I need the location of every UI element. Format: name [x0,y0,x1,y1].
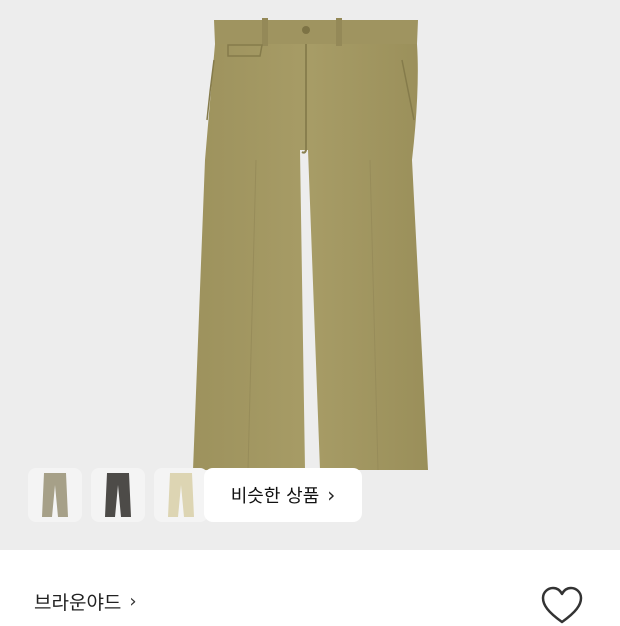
pants-icon [105,473,131,517]
color-thumbnail-3[interactable] [154,468,208,522]
color-thumbnail-2[interactable] [91,468,145,522]
color-thumbnail-1[interactable] [28,468,82,522]
brand-link[interactable]: 브라운야드 › [34,588,137,615]
pants-icon [42,473,68,517]
chevron-right-icon: › [129,591,137,612]
similar-products-label: 비슷한 상품 [230,486,320,507]
color-thumbnails [28,468,208,522]
pants-icon [168,473,194,517]
similar-products-button[interactable]: 비슷한 상품 › [204,468,362,522]
heart-outline-icon[interactable] [540,586,584,626]
brand-row: 브라운야드 › [0,550,620,624]
chevron-right-icon: › [327,483,336,507]
brand-name: 브라운야드 [34,592,122,614]
product-image-area: 비슷한 상품 › [0,0,620,550]
